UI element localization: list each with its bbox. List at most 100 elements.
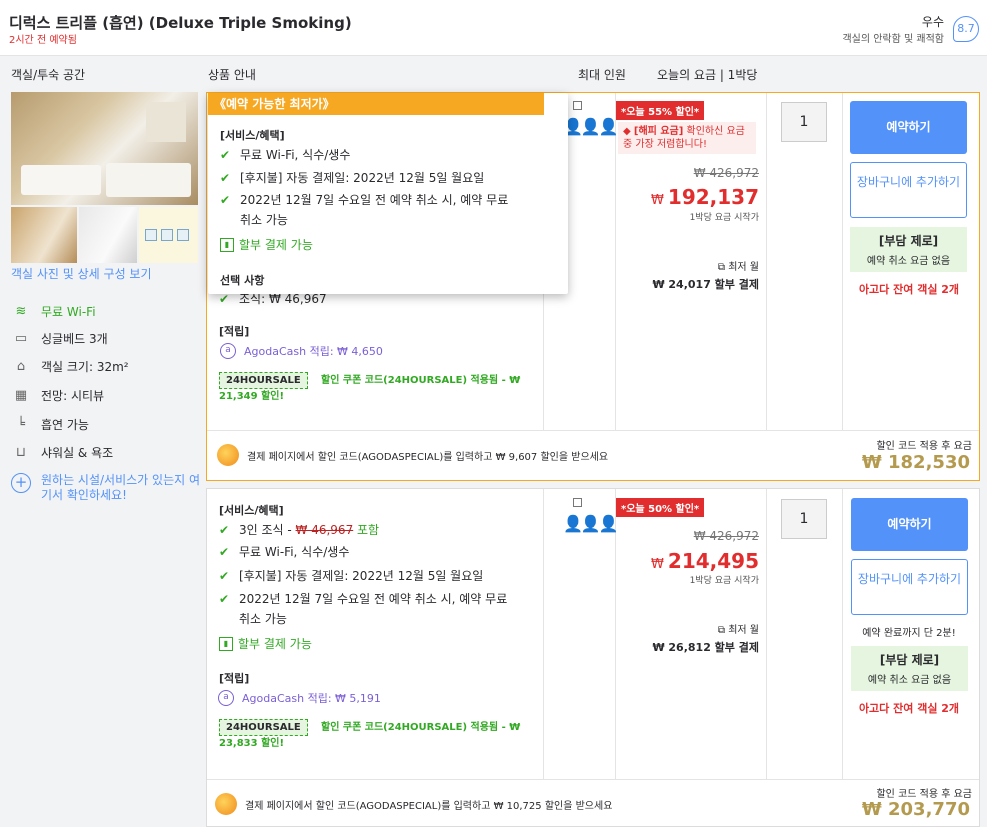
check-icon: ✔ — [219, 545, 230, 559]
copy-icon — [573, 498, 582, 507]
book-button[interactable]: 예약하기 — [850, 101, 967, 154]
coupon-description: 할인 쿠폰 코드(24HOURSALE) 적용됨 - ₩ 21,349 할인! — [219, 375, 521, 402]
amenity-label: 객실 크기: 32m² — [41, 359, 129, 374]
amenity-more-label: 원하는 시설/서비스가 있는지 여기서 확인하세요! — [41, 473, 201, 502]
add-to-cart-button[interactable]: 장바구니에 추가하기 — [851, 559, 968, 615]
offer-card-2: [서비스/혜택] ✔ 3인 조식 - ₩ 46,967 포함 ✔ 무료 Wi-F… — [206, 488, 980, 827]
amenity-more-link[interactable]: + 원하는 시설/서비스가 있는지 여기서 확인하세요! — [11, 473, 201, 503]
no-deposit-title: [부담 제로] — [878, 234, 939, 248]
photo-bed-shape — [106, 163, 191, 197]
city-view-icon: ▦ — [14, 387, 28, 403]
amenity-label: 싱글베드 3개 — [41, 331, 108, 346]
promo-price-label: 할인 코드 적용 후 요금 — [876, 441, 972, 452]
finish-time-note: 예약 완료까지 단 2분! — [862, 628, 956, 639]
thumb-tile — [161, 229, 173, 241]
benefit-label: [후지불] 자동 결제일: 2022년 12월 5일 월요일 — [240, 171, 485, 185]
installment-link[interactable]: ▮ 할부 결제 가능 — [220, 236, 313, 253]
room-photo-main[interactable] — [11, 92, 198, 205]
amenity-label: 무료 Wi-Fi — [41, 304, 96, 319]
tag-icon: ◆ — [623, 126, 631, 137]
benefit-label: 2022년 12월 7일 수요일 전 예약 취소 시, 예약 무료 취소 가능 — [240, 193, 509, 227]
installment-lowest-value: ₩ 24,017 할부 결제 — [652, 278, 759, 291]
three-guests-icon: 👤👤👤 — [563, 117, 619, 136]
thumb-tile — [145, 229, 157, 241]
no-deposit-title: [부담 제로] — [879, 653, 940, 667]
installment-link[interactable]: ▮ 할부 결제 가능 — [219, 635, 312, 652]
copy-icon: ⧉ — [717, 262, 729, 273]
book-button[interactable]: 예약하기 — [851, 498, 968, 551]
promo-strip: 결제 페이지에서 할인 코드(AGODASPECIAL)를 입력하고 ₩ 10,… — [207, 779, 979, 827]
room-size-icon: ⌂ — [16, 358, 26, 374]
no-deposit-subtitle: 예약 취소 요금 없음 — [867, 675, 952, 686]
no-deposit-box: [부담 제로] 예약 취소 요금 없음 — [851, 646, 968, 691]
column-divider — [766, 489, 767, 779]
coupon-icon — [217, 444, 239, 466]
promo-price: ₩ 203,770 — [861, 799, 970, 820]
photo-window-shape — [146, 102, 186, 142]
original-price: ₩ 426,972 — [693, 529, 759, 543]
column-price: 오늘의 요금 | 1박당 — [657, 68, 758, 82]
benefit-label: [후지불] 자동 결제일: 2022년 12월 5일 월요일 — [239, 569, 484, 583]
room-photo-thumb[interactable] — [139, 207, 198, 263]
room-photo-thumb[interactable] — [11, 207, 77, 263]
column-divider — [543, 489, 544, 779]
benefit-item: ✔ 2022년 12월 7일 수요일 전 예약 취소 시, 예약 무료 취소 가… — [219, 589, 509, 629]
copy-icon — [573, 101, 582, 110]
amenity-size: ⌂ 객실 크기: 32m² — [11, 356, 129, 376]
rooms-left-label: 아고다 잔여 객실 2개 — [858, 702, 960, 715]
popover-title: 《예약 가능한 최저가》 — [208, 93, 544, 115]
benefit-label: 무료 Wi-Fi, 식수/생수 — [239, 545, 350, 559]
room-photo-link[interactable]: 객실 사진 및 상세 구성 보기 — [11, 265, 152, 282]
coupon-icon — [215, 793, 237, 815]
chart-bars-icon: ▮ — [219, 636, 233, 651]
installment-lowest-value: ₩ 26,812 할부 결제 — [652, 641, 759, 654]
amenity-label: 샤워실 & 욕조 — [41, 445, 114, 460]
check-icon: ✔ — [219, 592, 230, 606]
plus-circle-icon: + — [11, 473, 31, 493]
room-quantity-select[interactable]: 1 — [781, 499, 827, 539]
current-price: ₩192,137 — [609, 185, 759, 209]
no-deposit-box: [부담 제로] 예약 취소 요금 없음 — [850, 227, 967, 272]
current-price: ₩214,495 — [609, 549, 759, 573]
amenity-wifi: ≋ 무료 Wi-Fi — [11, 301, 96, 321]
amenity-beds: ▭ 싱글베드 3개 — [11, 328, 108, 348]
check-icon: ✔ — [220, 193, 231, 207]
benefits-label: [서비스/혜택] — [219, 504, 284, 517]
rooms-left-label: 아고다 잔여 객실 2개 — [858, 283, 960, 296]
photo-bed-shape — [21, 165, 101, 195]
coupon-description: 할인 쿠폰 코드(24HOURSALE) 적용됨 - ₩ 23,833 할인! — [219, 722, 521, 749]
room-photo-thumb[interactable] — [79, 207, 137, 263]
room-title: 디럭스 트리플 (흡연) (Deluxe Triple Smoking) — [9, 14, 352, 32]
happy-rate-tag: [해피 요금] — [633, 126, 684, 137]
wifi-icon: ≋ — [15, 303, 27, 319]
agodacash-coin-icon: a — [220, 343, 236, 359]
installment-lowest-label: ⧉ 최저 월 — [609, 621, 759, 636]
points-label: [적립] — [219, 672, 250, 685]
check-icon: ✔ — [220, 171, 231, 185]
agodacash-points: a AgodaCash 적립: ₩ 5,191 — [218, 690, 381, 706]
benefit-item: ✔ 무료 Wi-Fi, 식수/생수 — [219, 542, 539, 562]
smoking-icon: ╘ — [17, 416, 25, 432]
breakfast-included: 포함 — [353, 523, 380, 537]
amenity-view: ▦ 전망: 시티뷰 — [11, 385, 104, 405]
room-quantity-select[interactable]: 1 — [781, 102, 827, 142]
check-icon: ✔ — [219, 523, 230, 537]
amenity-bath: ⊔ 샤워실 & 욕조 — [11, 442, 113, 462]
amenity-smoking: ╘ 흡연 가능 — [11, 414, 89, 434]
column-divider — [842, 93, 843, 430]
agodacash-label: AgodaCash 적립: ₩ 5,191 — [242, 692, 381, 705]
installment-label: 할부 결제 가능 — [238, 637, 312, 651]
rating-score-badge[interactable]: 8.7 — [953, 16, 979, 42]
chart-bars-icon: ▮ — [220, 237, 234, 252]
rating-subtitle: 객실의 안락함 및 쾌적함 — [842, 34, 944, 45]
installment-lowest-label: ⧉ 최저 월 — [609, 258, 759, 273]
benefit-item: ✔ 무료 Wi-Fi, 식수/생수 — [220, 145, 550, 165]
bed-icon: ▭ — [14, 330, 28, 346]
current-price-value: 214,495 — [667, 549, 759, 573]
promo-text: 결제 페이지에서 할인 코드(AGODASPECIAL)를 입력하고 ₩ 10,… — [245, 801, 613, 812]
no-deposit-subtitle: 예약 취소 요금 없음 — [866, 256, 951, 267]
breakfast-prefix: 3인 조식 - — [239, 523, 296, 537]
deal-badge: *오늘 55% 할인* — [616, 101, 705, 120]
per-night-note: 1박당 요금 시작가 — [689, 576, 759, 586]
add-to-cart-button[interactable]: 장바구니에 추가하기 — [850, 162, 967, 218]
